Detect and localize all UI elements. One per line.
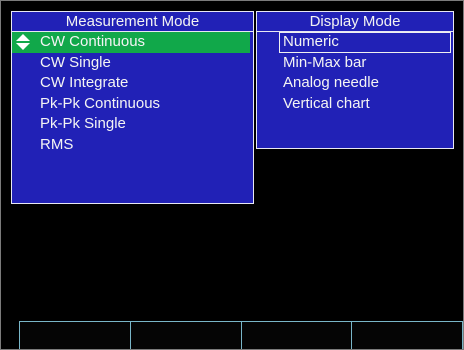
measurement-option-label: CW Continuous [40, 33, 146, 50]
display-option-min-max-bar[interactable]: Min-Max bar [257, 53, 453, 74]
display-option-analog-needle[interactable]: Analog needle [257, 73, 453, 94]
measurement-option-cw-integrate[interactable]: CW Integrate [12, 73, 253, 94]
softkey-2[interactable] [130, 322, 242, 349]
instrument-screen: Measurement Mode CW Continuous CW Single… [0, 0, 464, 350]
display-option-label: Numeric [283, 33, 339, 50]
measurement-option-pk-pk-continuous[interactable]: Pk-Pk Continuous [12, 94, 253, 115]
measurement-option-cw-continuous[interactable]: CW Continuous [12, 32, 250, 53]
measurement-mode-title: Measurement Mode [12, 12, 253, 32]
softkey-3[interactable] [241, 322, 353, 349]
display-option-label: Min-Max bar [283, 53, 367, 71]
display-mode-title: Display Mode [257, 12, 453, 32]
display-option-label: Analog needle [283, 74, 379, 91]
measurement-option-pk-pk-single[interactable]: Pk-Pk Single [12, 114, 253, 135]
softkey-bar [19, 321, 463, 349]
measurement-option-cw-single[interactable]: CW Single [12, 53, 253, 74]
measurement-option-label: Pk-Pk Continuous [40, 94, 161, 112]
up-down-arrows-icon [16, 34, 30, 50]
display-option-label: Vertical chart [283, 94, 370, 112]
softkey-4[interactable] [352, 322, 463, 349]
measurement-option-label: CW Integrate [40, 74, 129, 91]
measurement-option-label: Pk-Pk Single [40, 115, 126, 132]
measurement-option-label: CW Single [40, 53, 111, 71]
measurement-mode-menu: Measurement Mode CW Continuous CW Single… [11, 11, 254, 204]
display-option-vertical-chart[interactable]: Vertical chart [257, 94, 453, 115]
measurement-option-rms[interactable]: RMS [12, 135, 253, 156]
softkey-1[interactable] [20, 322, 131, 349]
display-mode-list: Numeric Min-Max bar Analog needle Vertic… [257, 32, 453, 114]
measurement-mode-list: CW Continuous CW Single CW Integrate Pk-… [12, 32, 253, 155]
display-mode-menu: Display Mode Numeric Min-Max bar Analog … [256, 11, 454, 149]
display-option-numeric[interactable]: Numeric [279, 32, 451, 53]
measurement-option-label: RMS [40, 135, 74, 153]
